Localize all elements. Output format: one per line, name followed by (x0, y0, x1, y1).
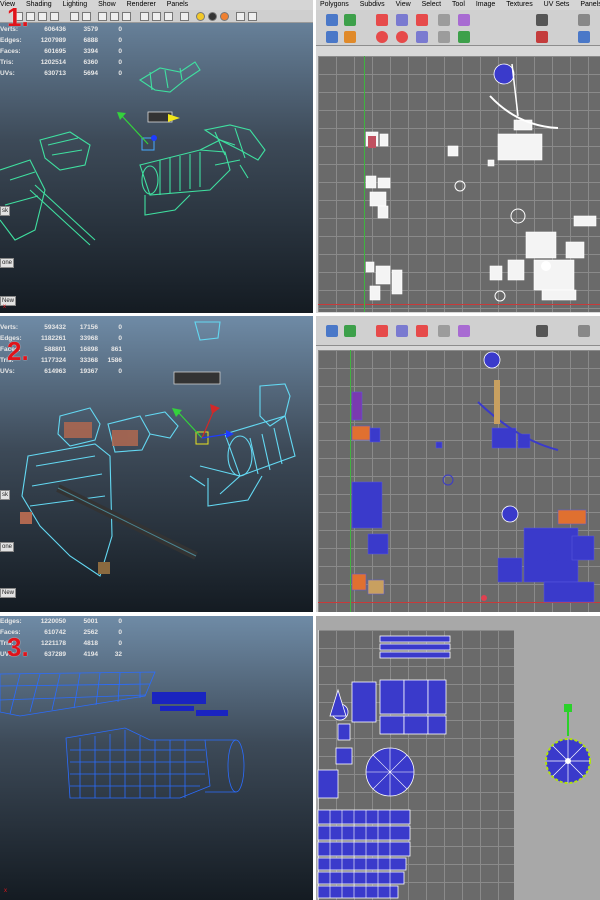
menu-textures[interactable]: Textures (506, 0, 532, 10)
uv-manipulator[interactable] (516, 686, 600, 806)
viewport-panel-3[interactable]: Edges: 1220050 5001 0 Faces: 610742 2562 0 Tri… (0, 616, 313, 900)
uv-editor-panel-2[interactable] (316, 316, 600, 612)
uv-shells (365, 63, 597, 302)
uv-snapshot-icon[interactable] (536, 325, 548, 337)
uv-editor-panel-1[interactable]: Polygons Subdivs View Select Tool Image … (316, 0, 600, 313)
uv-move-icon[interactable] (326, 325, 338, 337)
uv-sew-icon[interactable] (344, 31, 356, 43)
menu-subdivs[interactable]: Subdivs (360, 0, 385, 10)
uv-straighten-icon[interactable] (416, 31, 428, 43)
menu-panels[interactable]: Panels (580, 0, 600, 10)
menu-polygons[interactable]: Polygons (320, 0, 349, 10)
uv-cut-icon[interactable] (326, 31, 338, 43)
uv-toolbar (316, 316, 600, 346)
uv-grid[interactable] (318, 350, 600, 612)
uv-dim-icon[interactable] (578, 31, 590, 43)
uv-align-icon[interactable] (458, 14, 470, 26)
uv-flip-icon[interactable] (396, 14, 408, 26)
uv-grid[interactable] (318, 56, 600, 312)
menu-select[interactable]: Select (422, 0, 441, 10)
textured-models (20, 321, 296, 577)
viewport-panel-2[interactable]: Verts: 593432 17156 0 Edges: 1182261 33968 0 F… (0, 316, 313, 612)
uv-snapshot-icon[interactable] (536, 14, 548, 26)
wireframe-models: x (0, 61, 266, 310)
wireframe-models: x (0, 671, 245, 894)
menu-image[interactable]: Image (476, 0, 495, 10)
uv-rotate-ccw-icon[interactable] (416, 325, 428, 337)
checker-icon[interactable] (578, 325, 590, 337)
menu-uv-sets[interactable]: UV Sets (544, 0, 570, 10)
uv-align-icon[interactable] (458, 325, 470, 337)
uv-layout-icon[interactable] (438, 14, 450, 26)
menu-tool[interactable]: Tool (452, 0, 465, 10)
uv-relax-icon[interactable] (396, 31, 408, 43)
uv-rotate-ccw-icon[interactable] (416, 14, 428, 26)
uv-shells (317, 635, 451, 899)
uv-select-icon[interactable] (344, 325, 356, 337)
uv-display-icon[interactable] (536, 31, 548, 43)
uv-normalize-icon[interactable] (438, 31, 450, 43)
uv-editor-panel-3[interactable] (316, 616, 600, 900)
svg-text:x: x (3, 304, 6, 310)
menu-view[interactable]: View (396, 0, 411, 10)
viewport-panel-1[interactable]: View Shading Lighting Show Renderer Pane… (0, 0, 313, 313)
uv-grid-icon[interactable] (458, 31, 470, 43)
uv-flip-icon[interactable] (396, 325, 408, 337)
uv-move-icon[interactable] (326, 14, 338, 26)
uv-rotate-icon[interactable] (376, 14, 388, 26)
uv-shells (351, 351, 595, 603)
uv-toolbar (316, 10, 600, 46)
svg-text:x: x (4, 888, 7, 894)
checker-icon[interactable] (578, 14, 590, 26)
uv-grid[interactable] (317, 630, 514, 900)
uv-rotate-icon[interactable] (376, 325, 388, 337)
uv-layout-icon[interactable] (438, 325, 450, 337)
uv-select-icon[interactable] (344, 14, 356, 26)
uv-unfold-icon[interactable] (376, 31, 388, 43)
uv-menubar: Polygons Subdivs View Select Tool Image … (316, 0, 600, 10)
